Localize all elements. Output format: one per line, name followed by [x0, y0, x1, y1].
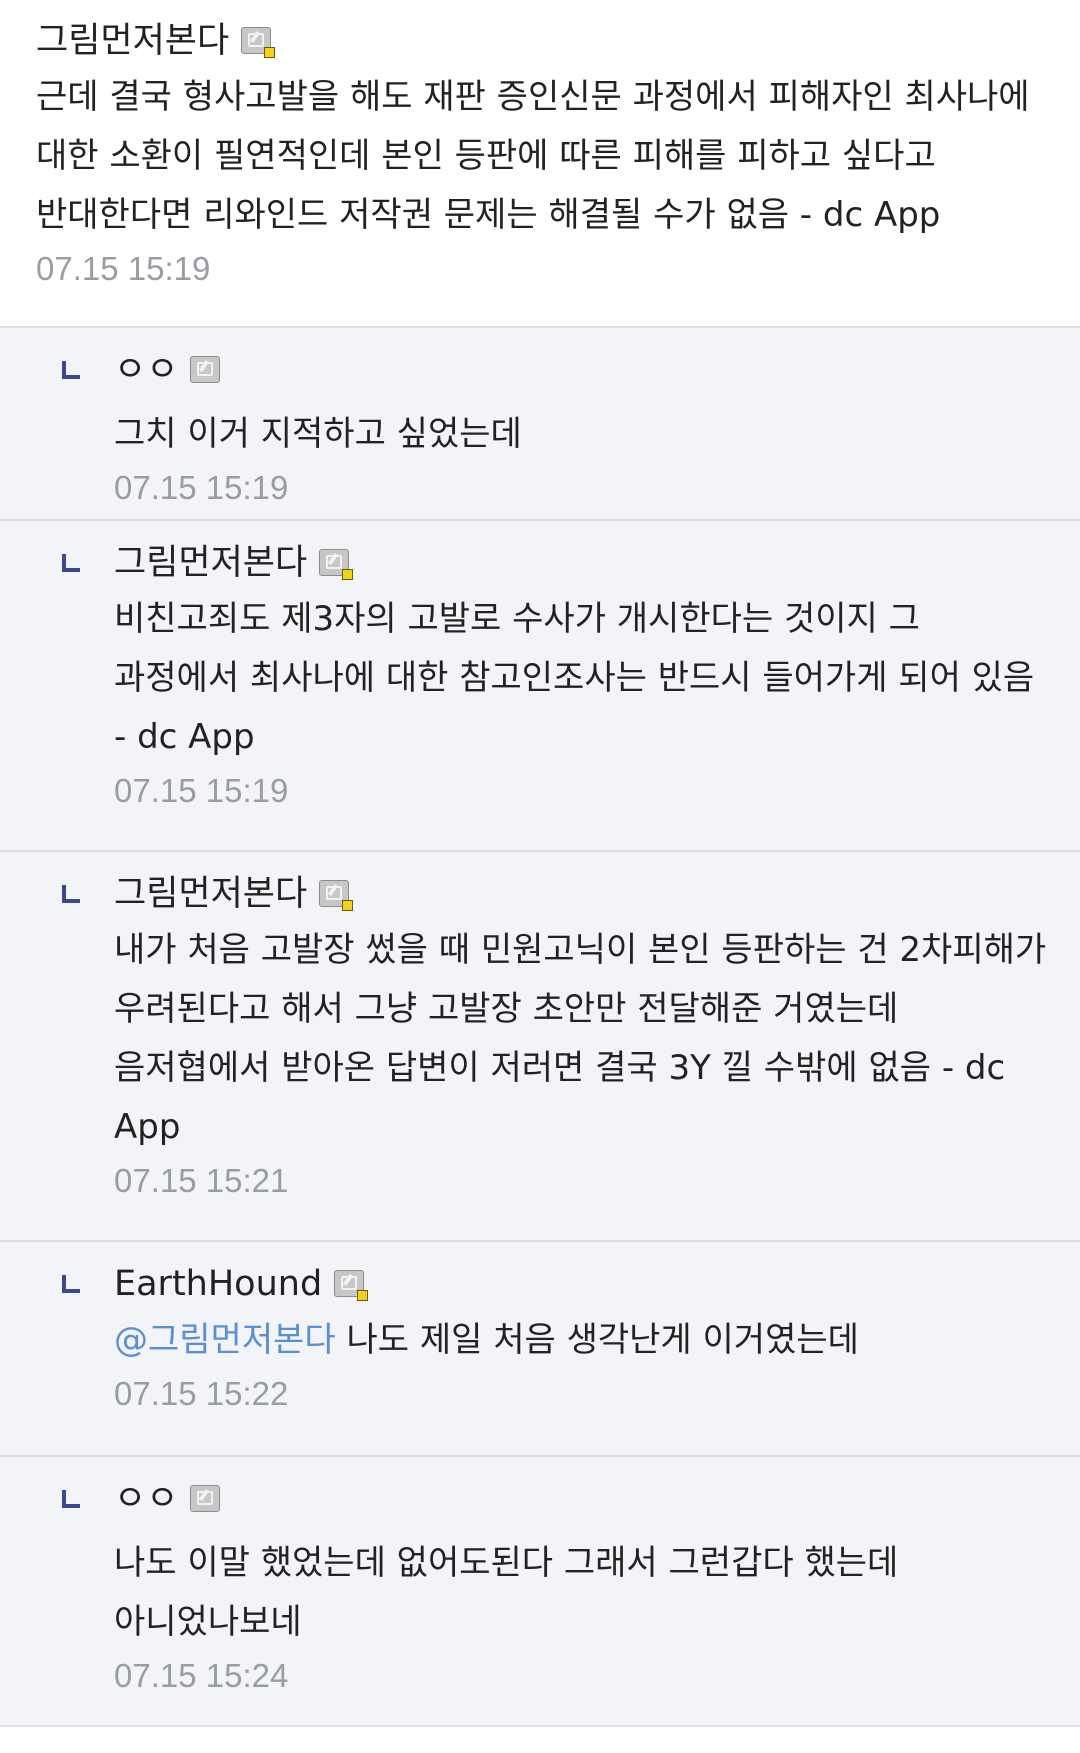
reply-timestamp: 07.15 15:24 [114, 1657, 289, 1694]
member-icon [241, 26, 276, 58]
comment-item: 그림먼저본다 근데 결국 형사고발을 해도 재판 증인신문 과정에서 피해자인 … [0, 0, 1080, 328]
nickname[interactable]: 그림먼저본다 [36, 16, 229, 66]
reply-arrow-icon [62, 538, 114, 850]
reply-arrow-icon [62, 869, 114, 1240]
reply-arrow-icon [62, 345, 114, 519]
nickname[interactable]: ㅇㅇ [114, 1474, 178, 1524]
comment-text: 근데 결국 형사고발을 해도 재판 증인신문 과정에서 피해자인 최사나에 대한… [36, 77, 1030, 235]
reply-header: 그림먼저본다 [114, 538, 1050, 588]
nickname[interactable]: 그림먼저본다 [114, 538, 307, 588]
reply-timestamp: 07.15 15:22 [114, 1375, 289, 1412]
reply-text: 내가 처음 고발장 썼을 때 민원고닉이 본인 등판하는 건 2차피해가 우려된… [114, 930, 1047, 1147]
reply-item: EarthHound @그림먼저본다 나도 제일 처음 생각난게 이거였는데 0… [0, 1242, 1080, 1457]
member-icon [319, 548, 354, 580]
reply-header: EarthHound [114, 1259, 1050, 1309]
mention-link[interactable]: @그림먼저본다 [114, 1320, 336, 1360]
reply-text: 비친고죄도 제3자의 고발로 수사가 개시한다는 것이지 그 과정에서 최사나에… [114, 599, 1035, 757]
reply-text-body: 나도 제일 처음 생각난게 이거였는데 [335, 1320, 859, 1360]
reply-text: 나도 이말 했었는데 없어도된다 그래서 그런갑다 했는데 아니었나보네 [114, 1543, 899, 1642]
reply-item: ㅇㅇ 나도 이말 했었는데 없어도된다 그래서 그런갑다 했는데 아니었나보네 … [0, 1457, 1080, 1727]
reply-header: ㅇㅇ [114, 345, 1050, 395]
member-icon [190, 1484, 222, 1514]
reply-item: 그림먼저본다 비친고죄도 제3자의 고발로 수사가 개시한다는 것이지 그 과정… [0, 521, 1080, 852]
reply-header: 그림먼저본다 [114, 869, 1050, 919]
comment-header: 그림먼저본다 [36, 16, 1050, 66]
reply-header: ㅇㅇ [114, 1474, 1050, 1524]
reply-text: @그림먼저본다 나도 제일 처음 생각난게 이거였는데 [114, 1311, 1050, 1370]
reply-arrow-icon [62, 1474, 114, 1725]
nickname[interactable]: ㅇㅇ [114, 345, 178, 395]
reply-item: 그림먼저본다 내가 처음 고발장 썼을 때 민원고닉이 본인 등판하는 건 2차… [0, 852, 1080, 1242]
reply-timestamp: 07.15 15:21 [114, 1162, 289, 1199]
reply-timestamp: 07.15 15:19 [114, 469, 289, 506]
reply-text: 그치 이거 지적하고 싶었는데 [114, 414, 522, 454]
comment-thread: 그림먼저본다 근데 결국 형사고발을 해도 재판 증인신문 과정에서 피해자인 … [0, 0, 1080, 1727]
member-icon [190, 355, 222, 385]
reply-item: ㅇㅇ 그치 이거 지적하고 싶었는데 07.15 15:19 [0, 328, 1080, 521]
member-icon [319, 879, 354, 911]
member-icon [334, 1269, 369, 1301]
nickname[interactable]: 그림먼저본다 [114, 869, 307, 919]
comment-timestamp: 07.15 15:19 [36, 250, 211, 287]
reply-timestamp: 07.15 15:19 [114, 772, 289, 809]
reply-arrow-icon [62, 1259, 114, 1455]
nickname[interactable]: EarthHound [114, 1259, 322, 1309]
